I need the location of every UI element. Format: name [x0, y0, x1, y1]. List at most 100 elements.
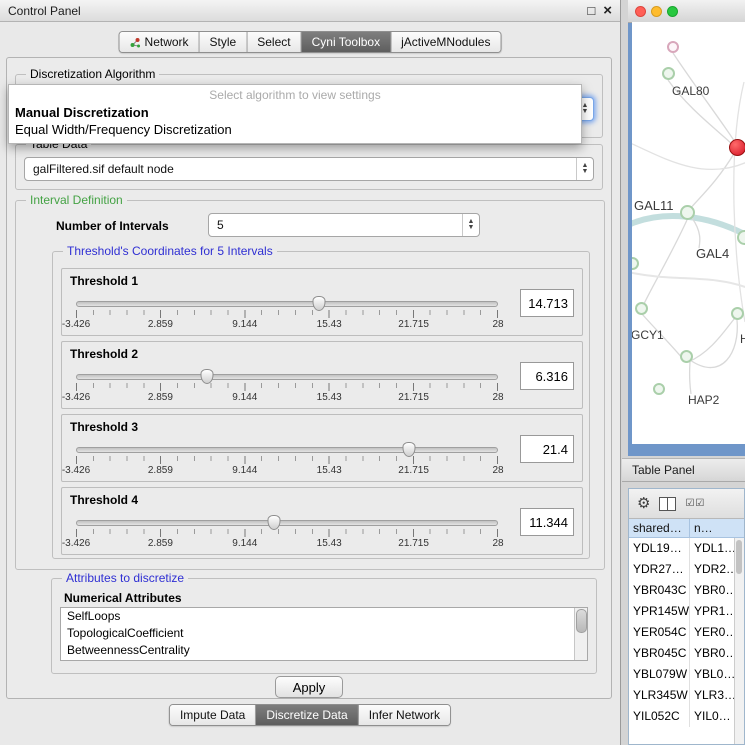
threshold-slider[interactable]: -3.426 2.859 9.144 15.43 21.715 28 [76, 520, 498, 550]
float-window-icon[interactable]: □ [587, 5, 595, 17]
threshold-value-field[interactable] [520, 362, 574, 390]
tab-network[interactable]: Network [120, 32, 199, 52]
tab-impute-data[interactable]: Impute Data [170, 705, 255, 725]
table-row[interactable]: YIL052CYIL0… [629, 706, 744, 727]
network-node[interactable] [653, 383, 665, 395]
threshold-slider[interactable]: -3.426 2.859 9.144 15.43 21.715 28 [76, 447, 498, 477]
slider-track[interactable] [76, 374, 498, 380]
table-row[interactable]: YDL19…YDL1… [629, 538, 744, 559]
scrollbar-thumb[interactable] [576, 609, 587, 633]
apply-button[interactable]: Apply [275, 676, 343, 698]
table-toolbar: ⚙ ☑☑ [629, 489, 744, 519]
network-node[interactable] [680, 350, 693, 363]
slider-thumb[interactable] [201, 369, 214, 384]
threshold-slider[interactable]: -3.426 2.859 9.144 15.43 21.715 28 [76, 301, 498, 331]
close-icon[interactable]: × [603, 5, 612, 17]
popup-option-manual[interactable]: Manual Discretization [9, 104, 581, 121]
network-node[interactable] [667, 41, 679, 53]
network-node[interactable] [737, 230, 745, 245]
tab-select[interactable]: Select [246, 32, 300, 52]
slider-thumb[interactable] [313, 296, 326, 311]
control-panel-window: Control Panel □ × Network Style Select C… [0, 0, 621, 745]
network-view-window: GAL80 GAL11 GAL4 GCY1 H HAP2 [628, 0, 745, 456]
select-columns-icons[interactable]: ☑☑ [685, 498, 705, 509]
list-scrollbar[interactable] [574, 608, 587, 660]
tab-style[interactable]: Style [199, 32, 247, 52]
bottom-tab-bar: Impute Data Discretize Data Infer Networ… [169, 704, 451, 726]
popup-option-equal-width[interactable]: Equal Width/Frequency Discretization [9, 121, 581, 138]
gear-icon[interactable]: ⚙ [637, 496, 650, 511]
close-traffic-light[interactable] [635, 6, 646, 17]
table-row[interactable]: YBR043CYBR0… [629, 580, 744, 601]
minimize-traffic-light[interactable] [651, 6, 662, 17]
cell[interactable]: YDR27… [629, 559, 690, 580]
cell[interactable]: YLR345W [629, 685, 690, 706]
network-node[interactable] [680, 205, 695, 220]
cell[interactable]: YDL19… [629, 538, 690, 559]
table-row[interactable]: YBR045CYBR0… [629, 643, 744, 664]
network-node[interactable] [662, 67, 675, 80]
table-scrollbar[interactable] [734, 538, 744, 744]
list-item[interactable]: SelfLoops [61, 608, 587, 625]
tab-cyni-toolbox[interactable]: Cyni Toolbox [301, 32, 390, 52]
tick-label: 21.715 [398, 319, 429, 330]
numerical-attributes-list[interactable]: SelfLoops TopologicalCoefficient Between… [60, 607, 588, 661]
tab-discretize-data[interactable]: Discretize Data [255, 705, 357, 725]
slider-track[interactable] [76, 520, 498, 526]
number-of-intervals-combo[interactable]: 5 ▲ ▼ [208, 213, 480, 237]
cell[interactable]: YIL052C [629, 706, 690, 727]
attributes-to-discretize-group: Attributes to discretize Numerical Attri… [51, 578, 597, 674]
show-columns-icon[interactable] [659, 497, 676, 511]
threshold-value-field[interactable] [520, 435, 574, 463]
tab-label: Discretize Data [266, 708, 347, 722]
table-body[interactable]: YDL19…YDL1… YDR27…YDR2… YBR043CYBR0… YPR… [629, 538, 744, 744]
tick-label: 2.859 [148, 538, 173, 549]
slider-thumb[interactable] [402, 442, 415, 457]
column-header-shared[interactable]: shared… [629, 519, 690, 537]
network-window-titlebar[interactable] [628, 0, 745, 23]
table-row[interactable]: YPR145WYPR1… [629, 601, 744, 622]
tab-infer-network[interactable]: Infer Network [358, 705, 450, 725]
list-item[interactable]: BetweennessCentrality [61, 642, 587, 659]
table-data-combo[interactable]: galFiltered.sif default node ▲ ▼ [24, 157, 594, 181]
tick-label: 2.859 [148, 465, 173, 476]
table-row[interactable]: YBL079WYBL0… [629, 664, 744, 685]
tick-label: 2.859 [148, 392, 173, 403]
slider-tick-labels: -3.426 2.859 9.144 15.43 21.715 28 [76, 392, 498, 404]
network-node[interactable] [731, 307, 744, 320]
cell[interactable]: YPR145W [629, 601, 690, 622]
column-header-name[interactable]: n… [690, 519, 744, 537]
network-canvas[interactable]: GAL80 GAL11 GAL4 GCY1 H HAP2 [632, 22, 745, 444]
cell[interactable]: YBR043C [629, 580, 690, 601]
combo-stepper-icon: ▲ ▼ [576, 158, 593, 180]
slider-ticks [76, 310, 498, 318]
slider-ticks [76, 456, 498, 464]
list-item[interactable]: TopologicalCoefficient [61, 625, 587, 642]
control-panel-titlebar[interactable]: Control Panel □ × [0, 0, 620, 22]
threshold-2-panel: Threshold 2 -3.426 2.859 9.144 15 [61, 341, 583, 409]
tick-label: 28 [492, 392, 503, 403]
cell[interactable]: YBR045C [629, 643, 690, 664]
threshold-slider[interactable]: -3.426 2.859 9.144 15.43 21.715 28 [76, 374, 498, 404]
tick-label: 9.144 [232, 538, 257, 549]
zoom-traffic-light[interactable] [667, 6, 678, 17]
network-node[interactable] [635, 302, 648, 315]
table-row[interactable]: YLR345WYLR3… [629, 685, 744, 706]
table-panel-header[interactable]: Table Panel [622, 458, 745, 482]
threshold-1-panel: Threshold 1 -3.426 2.859 9.144 15 [61, 268, 583, 336]
cell[interactable]: YER054C [629, 622, 690, 643]
slider-track[interactable] [76, 301, 498, 307]
scrollbar-thumb[interactable] [736, 540, 742, 574]
slider-track[interactable] [76, 447, 498, 453]
node-label: GAL11 [634, 198, 674, 213]
cyni-toolbox-panel: Discretization Algorithm ▲ ▼ Table Data … [6, 57, 612, 699]
threshold-value-field[interactable] [520, 508, 574, 536]
threshold-label: Threshold 1 [70, 274, 138, 288]
tab-jactivemnodules[interactable]: jActiveMNodules [390, 32, 500, 52]
table-row[interactable]: YDR27…YDR2… [629, 559, 744, 580]
table-row[interactable]: YER054CYER0… [629, 622, 744, 643]
slider-thumb[interactable] [268, 515, 281, 530]
cell[interactable]: YBL079W [629, 664, 690, 685]
threshold-value-field[interactable] [520, 289, 574, 317]
selected-network-node[interactable] [729, 139, 745, 156]
